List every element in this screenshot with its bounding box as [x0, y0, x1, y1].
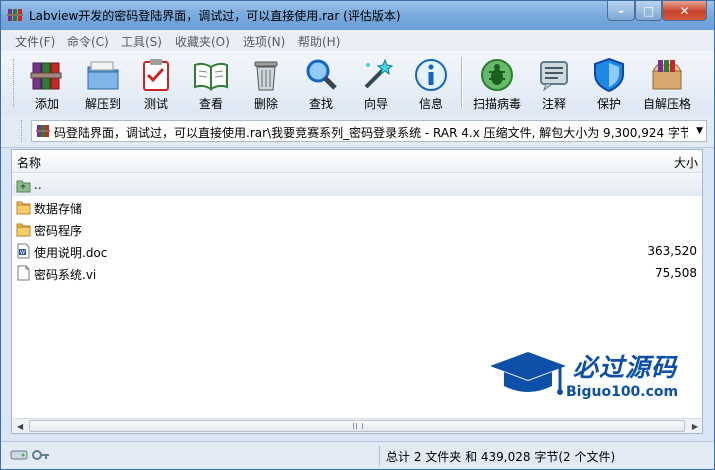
watermark-title: 必过源码 — [573, 353, 678, 382]
scroll-grip-icon — [353, 423, 363, 429]
find-button[interactable]: 查找 — [299, 55, 343, 113]
clipboard-check-icon — [143, 59, 169, 91]
list-item-size: 363,520 — [647, 244, 697, 258]
scroll-right-icon[interactable]: ▶ — [692, 422, 698, 431]
delete-button[interactable]: 删除 — [244, 55, 288, 113]
trash-icon — [254, 61, 278, 91]
folder-extract-icon — [87, 61, 119, 90]
menu-tools[interactable]: 工具(S) — [121, 33, 162, 50]
menu-command[interactable]: 命令(C) — [67, 33, 109, 50]
file-list[interactable]: 名称 大小 .. 数据存储 密码程序 W 使用说明.doc 363,520 密码… — [11, 149, 703, 434]
comment-button[interactable]: 注释 — [532, 55, 576, 113]
address-text: 码登陆界面，调试过，可以直接使用.rar\我要竞赛系列_密码登录系统 - RAR… — [54, 126, 688, 140]
books-icon — [30, 62, 62, 90]
list-item-parent[interactable]: .. — [12, 174, 702, 196]
folder-icon — [16, 201, 31, 215]
drive-icon[interactable] — [10, 449, 28, 461]
status-separator — [379, 446, 380, 466]
wizard-label: 向导 — [363, 97, 388, 111]
status-text: 总计 2 文件夹 和 439,028 字节(2 个文件) — [386, 450, 616, 464]
list-header: 名称 大小 — [12, 150, 702, 173]
maximize-button[interactable]: □ — [635, 1, 662, 21]
scroll-left-icon[interactable]: ◀ — [17, 422, 23, 431]
column-name-header[interactable]: 名称 — [17, 154, 41, 171]
toolbar-separator — [461, 57, 463, 109]
column-size-header[interactable]: 大小 — [674, 154, 698, 171]
window-title: Labview开发的密码登陆界面，调试过，可以直接使用.rar (评估版本) — [29, 9, 401, 23]
list-item-name: .. — [34, 178, 42, 192]
view-label: 查看 — [198, 97, 223, 111]
delete-label: 删除 — [253, 97, 278, 111]
svg-text:W: W — [20, 250, 25, 256]
minimize-button[interactable]: – — [607, 1, 635, 21]
winrar-app-icon — [7, 9, 23, 21]
extract-to-label: 解压到 — [84, 97, 121, 111]
sfx-button[interactable]: 自解压格 — [639, 55, 695, 113]
close-button[interactable]: ✕ — [662, 1, 707, 21]
address-bar: 码登陆界面，调试过，可以直接使用.rar\我要竞赛系列_密码登录系统 - RAR… — [1, 115, 714, 148]
winrar-window: Labview开发的密码登陆界面，调试过，可以直接使用.rar (评估版本) –… — [0, 0, 715, 470]
magnifier-icon — [306, 59, 337, 90]
word-doc-icon: W — [17, 243, 30, 259]
note-icon — [540, 61, 568, 92]
key-icon[interactable] — [32, 448, 50, 462]
scroll-thumb[interactable] — [29, 420, 685, 432]
list-item-name: 密码程序 — [34, 224, 83, 238]
menu-options[interactable]: 选项(N) — [243, 33, 285, 50]
list-item-name: 数据存储 — [34, 202, 83, 216]
scan-virus-label: 扫描病毒 — [472, 97, 521, 111]
watermark-subtitle: Biguo100.com — [566, 384, 679, 400]
magic-wand-icon — [364, 58, 394, 89]
add-label: 添加 — [34, 97, 59, 111]
list-item-folder-data[interactable]: 数据存储 — [12, 196, 702, 218]
protect-button[interactable]: 保护 — [587, 55, 631, 113]
list-item-vi[interactable]: 密码系统.vi 75,508 — [12, 262, 702, 284]
watermark: 必过源码 Biguo100.com — [488, 348, 688, 420]
file-icon — [17, 265, 30, 281]
test-button[interactable]: 测试 — [134, 55, 178, 113]
info-label: 信息 — [418, 97, 443, 111]
address-field[interactable]: 码登陆界面，调试过，可以直接使用.rar\我要竞赛系列_密码登录系统 - RAR… — [31, 120, 707, 142]
list-item-doc[interactable]: W 使用说明.doc 363,520 — [12, 240, 702, 262]
parent-folder-icon — [16, 180, 31, 193]
menu-help[interactable]: 帮助(H) — [298, 33, 340, 50]
extract-to-button[interactable]: 解压到 — [79, 55, 127, 113]
protect-label: 保护 — [596, 97, 621, 111]
info-button[interactable]: 信息 — [409, 55, 453, 113]
list-item-folder-program[interactable]: 密码程序 — [12, 218, 702, 240]
scan-virus-button[interactable]: 扫描病毒 — [469, 55, 525, 113]
toolbar-grip[interactable] — [13, 59, 17, 107]
menu-bar: 文件(F) 命令(C) 工具(S) 收藏夹(O) 选项(N) 帮助(H) — [1, 30, 714, 52]
test-label: 测试 — [143, 97, 168, 111]
list-item-name: 使用说明.doc — [34, 246, 108, 260]
status-bar: 总计 2 文件夹 和 439,028 字节(2 个文件) — [1, 441, 714, 469]
box-icon — [652, 60, 682, 90]
list-item-name: 密码系统.vi — [34, 268, 97, 282]
list-item-size: 75,508 — [655, 266, 697, 280]
shield-icon — [594, 57, 624, 93]
title-bar[interactable]: Labview开发的密码登陆界面，调试过，可以直接使用.rar (评估版本) –… — [1, 1, 714, 30]
horizontal-scrollbar[interactable]: ◀ ▶ — [13, 418, 702, 433]
comment-label: 注释 — [541, 97, 566, 111]
folder-icon — [16, 223, 31, 237]
wizard-button[interactable]: 向导 — [354, 55, 398, 113]
find-label: 查找 — [308, 97, 333, 111]
info-icon — [415, 59, 447, 91]
address-grip[interactable] — [21, 120, 25, 142]
address-dropdown-icon[interactable]: ▼ — [696, 126, 703, 136]
toolbar: 添加 解压到 测试 查看 删除 查找 向导 信息 扫描病毒 注释 保护 自解压格 — [1, 51, 714, 116]
graduation-cap-icon — [490, 352, 566, 395]
menu-favorites[interactable]: 收藏夹(O) — [175, 33, 230, 50]
menu-file[interactable]: 文件(F) — [15, 33, 55, 50]
add-button[interactable]: 添加 — [25, 55, 69, 113]
sfx-label: 自解压格 — [642, 97, 691, 111]
archive-icon — [36, 125, 50, 137]
open-book-icon — [194, 62, 228, 91]
view-button[interactable]: 查看 — [189, 55, 233, 113]
bug-icon — [481, 59, 513, 91]
